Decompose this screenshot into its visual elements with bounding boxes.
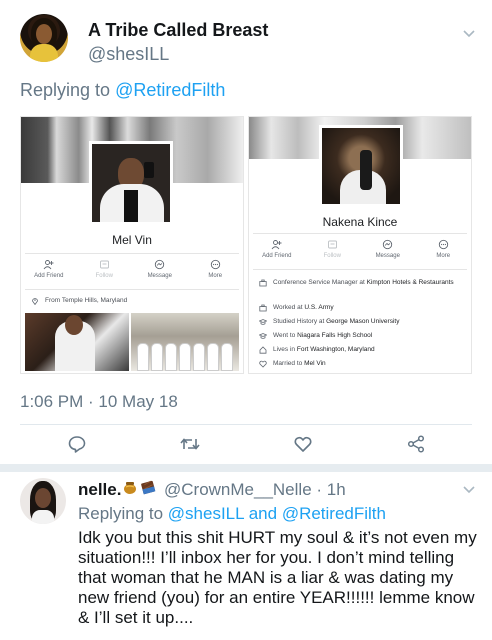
location-pin-icon: [31, 297, 39, 305]
briefcase-icon: [259, 279, 267, 287]
divider: [20, 424, 472, 425]
honey-pot-emoji: [122, 479, 138, 495]
section-separator: [0, 464, 492, 472]
more-icon: [438, 239, 449, 250]
profile-photo: [89, 141, 173, 225]
photo-thumbnail: [131, 313, 239, 371]
profile-photos-strip: [25, 313, 239, 371]
messenger-icon: [154, 259, 165, 270]
follow-icon: [327, 239, 338, 250]
replying-to-line: Replying to @RetiredFilth: [20, 80, 225, 101]
profile-photo: [319, 125, 403, 207]
follow-action: Follow: [84, 259, 124, 279]
work-row: Worked at U.S. Army: [259, 304, 465, 312]
profile-name: Mel Vin: [112, 233, 152, 247]
chevron-down-icon[interactable]: [462, 482, 476, 496]
profile-actions: Add Friend Follow Message More: [249, 239, 471, 259]
tweet-action-bar: [20, 426, 472, 462]
mention-link[interactable]: @RetiredFilth: [282, 504, 386, 523]
name-emojis: [122, 479, 156, 495]
reply-icon[interactable]: [66, 433, 88, 455]
reply-handle-time[interactable]: @CrownMe__Nelle · 1h: [164, 480, 346, 500]
add-friend-icon: [271, 239, 282, 250]
message-action: Message: [368, 239, 408, 259]
reply-user-avatar[interactable]: [20, 478, 66, 524]
education-row: Went to Niagara Falls High School: [259, 332, 465, 340]
share-icon[interactable]: [405, 433, 427, 455]
graduation-cap-icon: [259, 318, 267, 326]
mention-link[interactable]: @shesILL: [168, 504, 244, 523]
chevron-down-icon[interactable]: [462, 26, 476, 40]
add-friend-icon: [43, 259, 54, 270]
follow-icon: [99, 259, 110, 270]
user-avatar[interactable]: [20, 14, 68, 62]
left-profile-card: Mel Vin Add Friend Follow Message More F…: [20, 116, 244, 374]
message-action: Message: [140, 259, 180, 279]
mention-link[interactable]: @RetiredFilth: [115, 80, 225, 100]
more-icon: [210, 259, 221, 270]
reply-display-name[interactable]: nelle.: [78, 480, 121, 500]
reply-tweet-text: Idk you but this shit HURT my soul & it’…: [78, 528, 477, 627]
add-friend-action: Add Friend: [29, 259, 69, 279]
follow-action: Follow: [312, 239, 352, 259]
profile-name: Nakena Kince: [322, 215, 398, 229]
add-friend-action: Add Friend: [257, 239, 297, 259]
photo-thumbnail: [25, 313, 129, 371]
heart-icon: [259, 360, 267, 368]
chocolate-bar-emoji: [140, 479, 156, 495]
briefcase-icon: [259, 304, 267, 312]
tweet-timestamp[interactable]: 1:06 PM · 10 May 18: [20, 392, 178, 412]
messenger-icon: [382, 239, 393, 250]
display-name[interactable]: A Tribe Called Breast: [88, 20, 268, 41]
right-profile-card: Nakena Kince Add Friend Follow Message M…: [248, 116, 472, 374]
relationship-row: Married to Mel Vin: [259, 360, 465, 368]
work-row: Conference Service Manager at Kimpton Ho…: [259, 279, 465, 287]
more-action: More: [195, 259, 235, 279]
residence-row: Lives in Fort Washington, Maryland: [259, 346, 465, 354]
reply-replying-to-line: Replying to @shesILL and @RetiredFilth: [78, 504, 386, 523]
retweet-icon[interactable]: [179, 433, 201, 455]
home-icon: [259, 346, 267, 354]
hometown-row: From Temple Hills, Maryland: [31, 297, 235, 305]
attached-image[interactable]: Mel Vin Add Friend Follow Message More F…: [20, 116, 472, 374]
graduation-cap-icon: [259, 332, 267, 340]
profile-actions: Add Friend Follow Message More: [21, 259, 243, 279]
like-icon[interactable]: [292, 433, 314, 455]
user-handle[interactable]: @shesILL: [88, 44, 169, 65]
mention-joiner: and: [248, 504, 278, 523]
more-action: More: [423, 239, 463, 259]
education-row: Studied History at George Mason Universi…: [259, 318, 465, 326]
replying-prefix: Replying to: [20, 80, 111, 100]
